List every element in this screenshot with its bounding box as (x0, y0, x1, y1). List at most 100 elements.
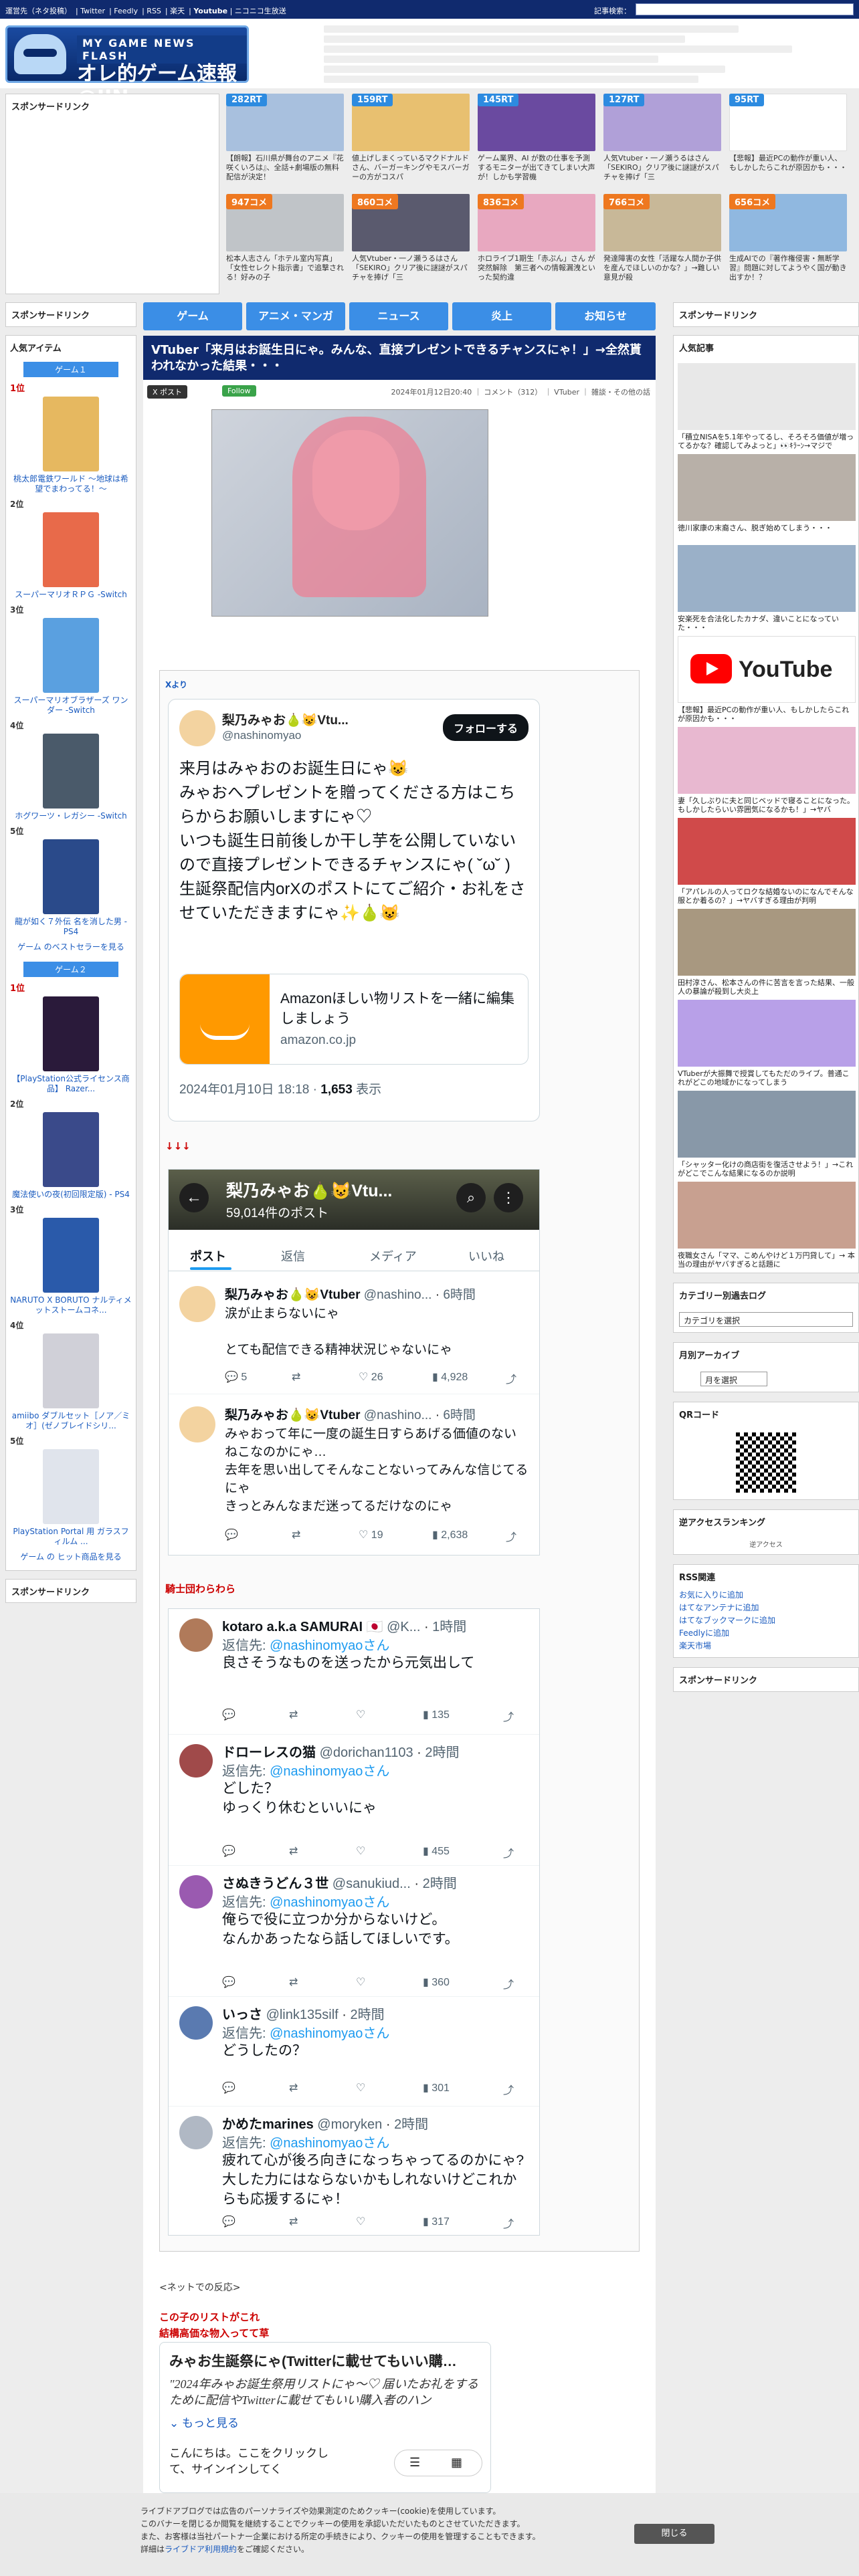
like-icon[interactable]: ♡ (356, 2081, 365, 2095)
avatar[interactable] (179, 1875, 213, 1909)
avatar[interactable] (179, 710, 215, 746)
embed-signin-text[interactable]: こんにちは。ここをクリックして、サインインしてく (169, 2446, 337, 2478)
product-image[interactable] (43, 618, 99, 693)
popular-article[interactable]: 徳川家康の末裔さん、脱ぎ始めてしまう・・・ (678, 454, 856, 541)
follow-button[interactable]: フォローする (442, 714, 529, 741)
month-select[interactable]: 月を選択 (700, 1372, 767, 1386)
views-icon[interactable]: ▮ 135 (423, 1708, 450, 1721)
popular-article[interactable]: 「アパレルの人ってロクな結婚ないのになんでそんな服とか着るの？」→ヤバすぎる理由… (678, 818, 856, 905)
product-name[interactable]: 桃太郎電鉄ワールド ～地球は希望でまわってる！～ (10, 474, 132, 494)
product-image[interactable] (43, 839, 99, 914)
popular-article[interactable]: 「積立NISAを5.1年やってるし、そろそろ価値が増ってるかな？確認してみよっと… (678, 363, 856, 450)
top-link[interactable]: Youtube (193, 7, 227, 15)
share-icon[interactable]: ⤴ (503, 1844, 514, 1860)
like-icon[interactable]: ♡ (356, 2215, 365, 2228)
tab-game1[interactable]: ゲーム１ (23, 362, 118, 377)
profile-tweet[interactable]: 梨乃みゃお🍐😺Vtuber @nashino... · 6時間 涙が止まらないに… (169, 1277, 539, 1394)
product-name[interactable]: 龍が如く７外伝 名を消した男 - PS4 (10, 917, 132, 937)
top-link[interactable]: 楽天 (170, 7, 185, 15)
top-link[interactable]: ニコニコ生放送 (235, 7, 286, 15)
product-name[interactable]: ホグワーツ・レガシー -Switch (10, 811, 132, 821)
views-icon[interactable]: ▮ 301 (423, 2081, 450, 2095)
popular-article[interactable]: 田村淳さん、松本さんの件に苦言を言った結果、一般人の暴論が殺到し大炎上 (678, 909, 856, 996)
reply-icon[interactable]: 💬 (222, 1844, 235, 1858)
reply-to-handle[interactable]: @nashinomyaoさん (270, 2136, 389, 2151)
avatar[interactable] (179, 2116, 213, 2149)
terms-link[interactable]: ライブドア利用規約 (165, 2545, 237, 2554)
thumbnail-item[interactable]: 836コメ ホロライブ1期生「赤ぷん」さん が突然解除 第三者への情報漏洩といった… (478, 194, 595, 289)
product-name[interactable]: スーパーマリオＲＰＧ -Switch (10, 590, 132, 600)
views-icon[interactable]: ▮ 2,638 (432, 1528, 468, 1541)
rss-link[interactable]: はてなアンテナに追加 (674, 1601, 858, 1614)
avatar[interactable] (179, 1286, 215, 1322)
tab-replies[interactable]: 返信 (281, 1247, 305, 1265)
views-icon[interactable]: ▮ 360 (423, 1975, 450, 1989)
tweet-timestamp[interactable]: 2024年01月10日 18:18 · 1,653 表示 (179, 1079, 381, 1097)
rss-link[interactable]: お気に入りに追加 (674, 1588, 858, 1601)
tweet-author-name[interactable]: 梨乃みゃお🍐😺Vtu... (222, 710, 349, 728)
reply-icon[interactable]: 💬 5 (225, 1370, 247, 1384)
reply-icon[interactable]: 💬 (225, 1528, 238, 1541)
product-name[interactable]: スーパーマリオブラザーズ ワンダー -Switch (10, 695, 132, 716)
share-icon[interactable]: ⤴ (503, 2081, 514, 2097)
rss-link[interactable]: はてなブックマークに追加 (674, 1614, 858, 1626)
nav-game[interactable]: ゲーム (143, 302, 242, 330)
product-name[interactable]: amiibo ダブルセット［ノア／ミオ］(ゼノブレイドシリ... (10, 1411, 132, 1431)
product-image[interactable] (43, 1112, 99, 1187)
search-input[interactable] (636, 3, 854, 15)
follow-button[interactable]: Follow (222, 385, 256, 397)
product-image[interactable] (43, 734, 99, 809)
views-icon[interactable]: ▮ 4,928 (432, 1370, 468, 1384)
avatar[interactable] (179, 1744, 213, 1778)
popular-article[interactable]: 安楽死を合法化したカナダ、違いことになっていた・・・ (678, 545, 856, 632)
share-icon[interactable]: ⤴ (506, 1370, 516, 1386)
category-select[interactable]: カテゴリを選択 (679, 1312, 853, 1327)
reply-to-handle[interactable]: @nashinomyaoさん (270, 1764, 389, 1779)
grid-view-icon[interactable]: ▦ (451, 2456, 462, 2470)
reply-to-handle[interactable]: @nashinomyaoさん (270, 1895, 389, 1910)
product-image[interactable] (43, 996, 99, 1071)
x-post-button[interactable]: X ポスト (147, 385, 188, 399)
thumbnail-item[interactable]: 656コメ 生成AIでの『著作権侵害・無断学習』問題に対してようやく国が動き出すか… (729, 194, 847, 289)
product-image[interactable] (43, 512, 99, 587)
reply-to-handle[interactable]: @nashinomyaoさん (270, 1638, 389, 1653)
views-icon[interactable]: ▮ 455 (423, 1844, 450, 1858)
retweet-icon[interactable]: ⇄ (289, 1844, 298, 1858)
thumbnail-item[interactable]: 145RT ゲーム業界、AI が数の仕事を予測するモニターが出てきてしまい大声が！… (478, 94, 595, 189)
views-icon[interactable]: ▮ 317 (423, 2215, 450, 2228)
tab-likes[interactable]: いいね (468, 1247, 504, 1265)
tab-game2[interactable]: ゲーム２ (23, 962, 118, 977)
thumbnail-item[interactable]: 860コメ 人気Vtuber・一ノ瀬うるはさん「SEKIRO」クリア後に謎謎がスパ… (352, 194, 470, 289)
product-image[interactable] (43, 397, 99, 471)
nav-notice[interactable]: お知らせ (555, 302, 656, 330)
link-card[interactable]: Amazonほしい物リストを一緒に編集しましょう amazon.co.jp (179, 974, 529, 1065)
like-icon[interactable]: ♡ (356, 1708, 365, 1721)
back-arrow-icon[interactable]: ← (179, 1183, 209, 1212)
retweet-icon[interactable]: ⇄ (292, 1528, 300, 1541)
like-icon[interactable]: ♡ 19 (359, 1528, 383, 1541)
reply-item[interactable]: kotaro a.k.a SAMURAI 🇯🇵 @K... · 1時間 返信先:… (169, 1609, 539, 1735)
reply-icon[interactable]: 💬 (222, 1975, 235, 1989)
avatar[interactable] (179, 1618, 213, 1652)
reply-icon[interactable]: 💬 (222, 1708, 235, 1721)
top-link[interactable]: RSS (147, 7, 161, 15)
product-image[interactable] (43, 1218, 99, 1293)
reply-item[interactable]: いっさ @link135silf · 2時間 返信先: @nashinomyao… (169, 1997, 539, 2107)
top-link[interactable]: 運営先（ネタ投稿） (5, 7, 72, 15)
product-name[interactable]: 魔法使いの夜(初回限定版) - PS4 (10, 1190, 132, 1200)
reply-item[interactable]: かめたmarines @moryken · 2時間 返信先: @nashinom… (169, 2107, 539, 2236)
show-more-link[interactable]: ⌄ もっと見る (169, 2413, 239, 2430)
retweet-icon[interactable]: ⇄ (289, 2081, 298, 2095)
reply-item[interactable]: さぬきうどん３世 @sanukiud... · 2時間 返信先: @nashin… (169, 1866, 539, 1997)
product-image[interactable] (43, 1449, 99, 1524)
thumbnail-item[interactable]: 95RT 【悲報】最近PCの動作が重い人、もしかしたらこれが原因かも・・・ (729, 94, 847, 189)
thumbnail-item[interactable]: 127RT 人気Vtuber・一ノ瀬うるはさん「SEKIRO」クリア後に謎謎がスパ… (603, 94, 721, 189)
share-icon[interactable]: ⤴ (503, 1975, 514, 1992)
popular-article[interactable]: VTuberが大振舞で授賞してもただのライブ。普通これがどこの地域かになってしま… (678, 1000, 856, 1087)
popular-article[interactable]: 「シャッター化けの商店街を復活させよう！」→これがどこでこんな結果になるのか説明 (678, 1091, 856, 1178)
like-icon[interactable]: ♡ (356, 1975, 365, 1989)
list-view-icon[interactable]: ☰ (409, 2456, 420, 2470)
product-name[interactable]: 【PlayStation公式ライセンス商品】 Razer... (10, 1074, 132, 1094)
share-icon[interactable]: ⤴ (503, 1708, 514, 1724)
reply-icon[interactable]: 💬 (222, 2215, 235, 2228)
